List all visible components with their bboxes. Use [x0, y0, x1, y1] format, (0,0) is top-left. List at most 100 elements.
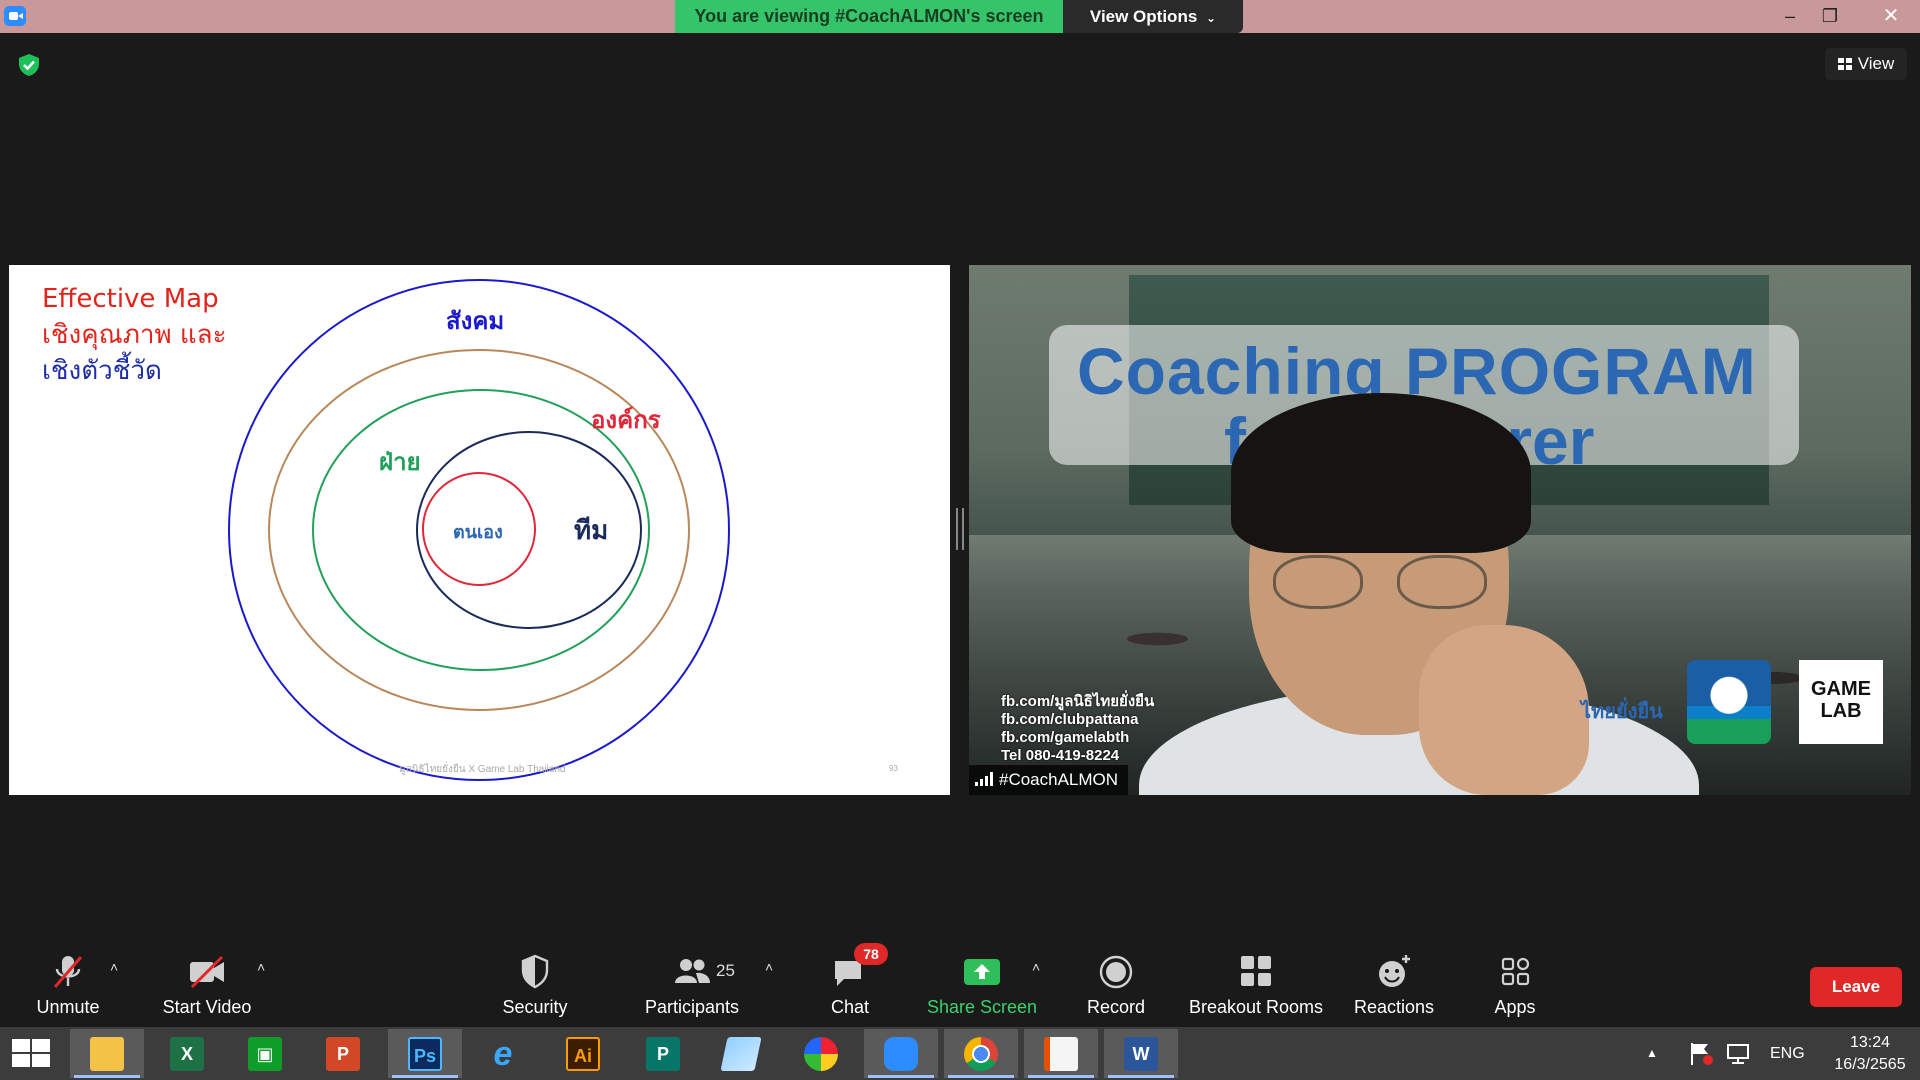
contact-line1: fb.com/มูลนิธิไทยยั่งยืน [1001, 693, 1155, 710]
zoom-logo-icon [4, 6, 26, 26]
close-button[interactable]: ✕ [1862, 0, 1920, 33]
paint-icon [720, 1037, 762, 1071]
start-video-label: Start Video [162, 997, 252, 1017]
share-screen-button[interactable]: Share Screen [922, 945, 1042, 1027]
share-options-caret[interactable]: ˄ [1032, 959, 1040, 975]
chat-unread-badge: 78 [854, 943, 888, 965]
record-label: Record [1086, 997, 1146, 1017]
apps-button[interactable]: Apps [1475, 945, 1555, 1027]
security-button[interactable]: Security [490, 945, 580, 1027]
network-icon[interactable] [1726, 1041, 1752, 1067]
participants-options-caret[interactable]: ˄ [765, 959, 773, 975]
illustrator-icon: Ai [566, 1037, 600, 1071]
chat-label: Chat [830, 997, 870, 1017]
word-icon: W [1124, 1037, 1158, 1071]
participants-count: 25 [716, 961, 735, 980]
security-label: Security [502, 997, 568, 1017]
tray-overflow-arrow[interactable]: ▲ [1646, 1027, 1658, 1080]
record-button[interactable]: Record [1076, 945, 1156, 1027]
chevron-down-icon: ⌄ [1206, 11, 1217, 25]
participants-icon [675, 959, 710, 983]
encryption-shield-icon[interactable] [16, 52, 42, 78]
start-video-button[interactable]: Start Video [152, 945, 262, 1027]
photoshop-icon: Ps [408, 1037, 442, 1071]
taskbar-file-explorer[interactable] [70, 1029, 144, 1078]
taskbar-store[interactable]: ▣ [228, 1029, 302, 1078]
windows-start-button[interactable] [12, 1039, 52, 1069]
label-society: สังคม [446, 307, 505, 335]
taskbar-powerpoint[interactable]: P [306, 1029, 380, 1078]
excel-icon: X [170, 1037, 204, 1071]
foundation-logo-icon [1687, 660, 1771, 744]
participant-name-tag: #CoachALMON [969, 765, 1129, 795]
taskbar-illustrator[interactable]: Ai [546, 1029, 620, 1078]
internet-explorer-icon: e [493, 1035, 513, 1073]
speaker-hair [1231, 393, 1531, 553]
zoom-app-icon [884, 1037, 918, 1071]
shared-screen-slide: Effective Map เชิงคุณภาพ และ เชิงตัวชี้ว… [9, 265, 950, 795]
view-layout-button[interactable]: View [1825, 48, 1907, 80]
taskbar-photos[interactable] [1024, 1029, 1098, 1078]
signal-strength-icon [975, 772, 993, 786]
taskbar-photoshop[interactable]: Ps [388, 1029, 462, 1078]
minimize-button[interactable]: – [1770, 0, 1810, 33]
audio-options-caret[interactable]: ˄ [110, 959, 118, 975]
taskbar-paint[interactable] [704, 1029, 778, 1078]
contact-line2: fb.com/clubpattana [1001, 711, 1139, 728]
slide-page-number: 93 [889, 764, 898, 773]
view-options-label: View Options [1089, 7, 1198, 26]
taskbar-chrome[interactable] [944, 1029, 1018, 1078]
contact-line3: fb.com/gamelabth [1001, 729, 1130, 746]
action-center-flag-icon[interactable] [1688, 1041, 1714, 1067]
shield-icon [521, 954, 549, 989]
powerpoint-icon: P [326, 1037, 360, 1071]
breakout-rooms-button[interactable]: Breakout Rooms [1186, 945, 1326, 1027]
participant-video[interactable]: Coaching PROGRAM for Lecturer fb.com/มูล… [969, 265, 1911, 795]
speaker-glasses [1269, 555, 1489, 609]
leave-button[interactable]: Leave [1810, 967, 1902, 1007]
apps-label: Apps [1494, 997, 1536, 1017]
taskbar-excel[interactable]: X [150, 1029, 224, 1078]
breakout-rooms-label: Breakout Rooms [1188, 997, 1324, 1017]
restore-button[interactable]: ❐ [1810, 0, 1850, 33]
muted-microphone-icon [53, 956, 83, 988]
chat-button[interactable]: 78 Chat [810, 943, 890, 1027]
label-dept: ฝ่าย [379, 448, 421, 476]
viewing-screen-banner: You are viewing #CoachALMON's screen [675, 0, 1063, 33]
game-lab-logo-lab: LAB [1820, 700, 1862, 722]
system-clock[interactable]: 13:24 16/3/2565 [1830, 1032, 1910, 1076]
taskbar-internet-explorer[interactable]: e [466, 1029, 540, 1078]
participants-button[interactable]: 25 Participants [632, 945, 752, 1027]
apps-icon [1501, 957, 1530, 986]
store-icon: ▣ [248, 1037, 282, 1071]
input-language[interactable]: ENG [1770, 1027, 1805, 1080]
taskbar-publisher[interactable]: P [626, 1029, 700, 1078]
pane-splitter-handle[interactable] [956, 508, 964, 550]
meeting-toolbar: Unmute ˄ Start Video ˄ Security 25 Parti… [0, 943, 1920, 1027]
unmute-button[interactable]: Unmute [22, 945, 114, 1027]
photos-icon [1044, 1037, 1078, 1071]
photoscape-icon [804, 1037, 838, 1071]
title-bar: You are viewing #CoachALMON's screen Vie… [0, 0, 1920, 33]
clock-date: 16/3/2565 [1834, 1056, 1906, 1073]
taskbar-zoom[interactable] [864, 1029, 938, 1078]
label-self: ตนเอง [453, 522, 503, 543]
reactions-label: Reactions [1353, 997, 1435, 1017]
reactions-button[interactable]: Reactions [1352, 945, 1436, 1027]
game-lab-logo-game: GAME [1811, 678, 1871, 700]
taskbar-word[interactable]: W [1104, 1029, 1178, 1078]
share-screen-icon [964, 959, 1000, 985]
windows-taskbar: X ▣ P Ps e Ai P W ▲ ENG 13:24 16/3/2565 [0, 1027, 1920, 1080]
video-options-caret[interactable]: ˄ [257, 959, 265, 975]
taskbar-photoscape[interactable] [784, 1029, 858, 1078]
view-options-button[interactable]: View Options ⌄ [1063, 0, 1243, 33]
record-icon [1099, 955, 1133, 989]
smiley-plus-icon [1379, 955, 1410, 987]
chrome-icon [964, 1037, 998, 1071]
view-label: View [1857, 54, 1895, 73]
clock-time: 13:24 [1849, 1034, 1891, 1051]
game-lab-logo: GAME LAB [1799, 660, 1883, 744]
label-org: องค์กร [591, 406, 661, 434]
contact-line4: Tel 080-419-8224 [1001, 747, 1120, 764]
label-team: ทีม [574, 516, 609, 546]
